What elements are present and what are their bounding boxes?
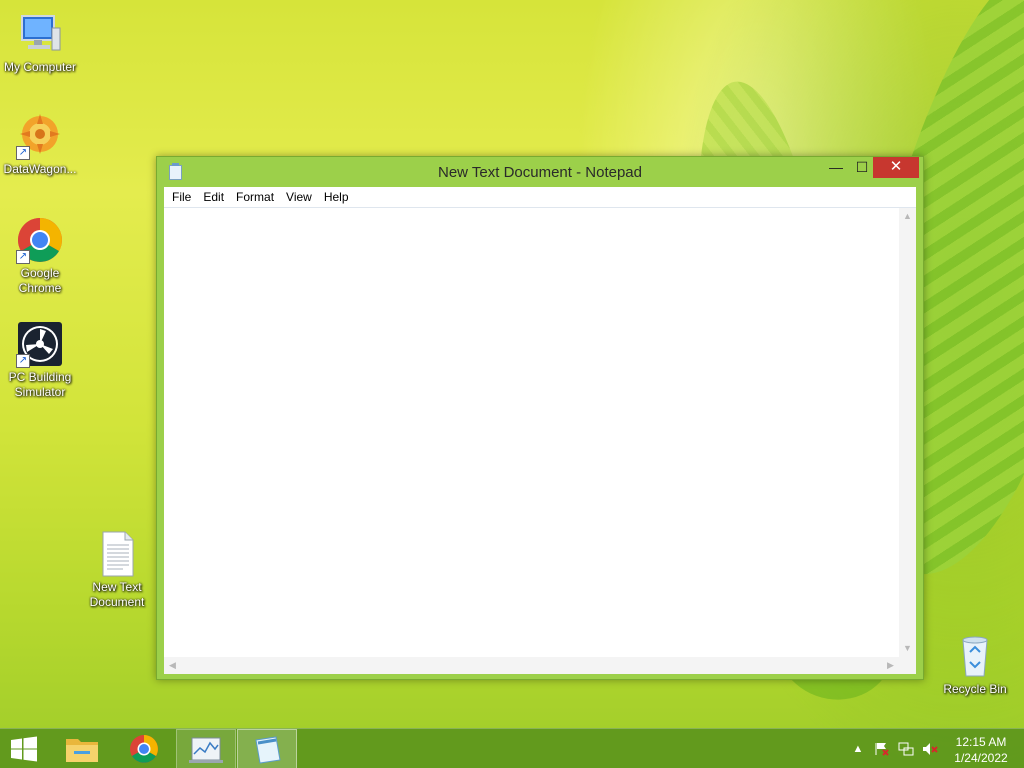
show-hidden-icons-icon[interactable]: ▲ bbox=[850, 742, 866, 756]
desktop-icon-label: New Text Document bbox=[89, 580, 145, 609]
taskbar: ▲ 12:15 AM 1/24/2022 bbox=[0, 728, 1024, 768]
system-clock[interactable]: 12:15 AM 1/24/2022 bbox=[948, 734, 1014, 766]
recycle-bin-icon bbox=[951, 632, 999, 680]
desktop-icon-label: Recycle Bin bbox=[943, 682, 1007, 696]
windows-logo-icon bbox=[11, 736, 37, 762]
resource-monitor-icon bbox=[189, 737, 223, 763]
menu-bar: File Edit Format View Help bbox=[164, 187, 916, 208]
menu-format[interactable]: Format bbox=[230, 187, 280, 204]
desktop-icon-label: My Computer bbox=[3, 60, 77, 74]
editor-content[interactable] bbox=[168, 210, 895, 653]
clock-date: 1/24/2022 bbox=[954, 751, 1008, 765]
resize-grip-icon[interactable] bbox=[899, 657, 916, 674]
desktop-icon-new-text-document[interactable]: New Text Document bbox=[77, 530, 157, 610]
scroll-up-arrow-icon[interactable]: ▲ bbox=[899, 208, 916, 225]
desktop-icon-label: DataWagon... bbox=[3, 162, 77, 176]
chrome-icon bbox=[130, 735, 158, 763]
notepad-window[interactable]: New Text Document - Notepad — ☐ ✕ File Ed… bbox=[156, 156, 924, 680]
menu-file[interactable]: File bbox=[166, 187, 197, 204]
volume-muted-icon[interactable] bbox=[922, 742, 938, 756]
shortcut-arrow-icon: ↗ bbox=[16, 250, 30, 264]
pc-building-simulator-icon: ↗ bbox=[16, 320, 64, 368]
close-button[interactable]: ✕ bbox=[873, 157, 919, 178]
folder-icon bbox=[66, 739, 98, 762]
taskbar-notepad[interactable] bbox=[237, 729, 297, 768]
horizontal-scrollbar[interactable]: ◀ ▶ bbox=[164, 657, 899, 674]
computer-icon bbox=[16, 10, 64, 58]
datawagon-icon: ↗ bbox=[16, 112, 64, 160]
desktop-icon-label: Google Chrome bbox=[18, 266, 62, 295]
window-title: New Text Document - Notepad bbox=[438, 164, 642, 181]
scroll-right-arrow-icon[interactable]: ▶ bbox=[882, 657, 899, 674]
title-bar[interactable]: New Text Document - Notepad — ☐ ✕ bbox=[157, 157, 923, 187]
text-file-icon bbox=[93, 530, 141, 578]
menu-edit[interactable]: Edit bbox=[197, 187, 230, 204]
vertical-scrollbar[interactable]: ▲ ▼ bbox=[899, 208, 916, 657]
scroll-down-arrow-icon[interactable]: ▼ bbox=[899, 640, 916, 657]
network-icon[interactable] bbox=[898, 742, 914, 756]
taskbar-google-chrome[interactable] bbox=[114, 729, 174, 768]
desktop-icon-datawagon[interactable]: ↗ DataWagon... bbox=[0, 112, 80, 177]
text-editor-area[interactable]: ▲ ▼ ◀ ▶ bbox=[164, 208, 916, 674]
desktop-icon-pc-building-simulator[interactable]: ↗ PC Building Simulator bbox=[0, 320, 80, 400]
clock-time: 12:15 AM bbox=[955, 735, 1007, 749]
notepad-icon bbox=[255, 736, 281, 764]
maximize-button[interactable]: ☐ bbox=[849, 157, 875, 178]
desktop-icon-google-chrome[interactable]: ↗ Google Chrome bbox=[0, 216, 80, 296]
action-center-flag-icon[interactable] bbox=[874, 742, 890, 756]
desktop-icon-my-computer[interactable]: My Computer bbox=[0, 10, 80, 75]
start-button[interactable] bbox=[0, 729, 48, 768]
menu-view[interactable]: View bbox=[280, 187, 318, 204]
chrome-icon: ↗ bbox=[16, 216, 64, 264]
desktop-icon-label: PC Building Simulator bbox=[8, 370, 72, 399]
taskbar-resource-monitor[interactable] bbox=[176, 729, 236, 768]
scroll-left-arrow-icon[interactable]: ◀ bbox=[164, 657, 181, 674]
minimize-button[interactable]: — bbox=[823, 157, 849, 178]
menu-help[interactable]: Help bbox=[318, 187, 355, 204]
desktop-icon-recycle-bin[interactable]: Recycle Bin bbox=[935, 632, 1015, 697]
shortcut-arrow-icon: ↗ bbox=[16, 354, 30, 368]
shortcut-arrow-icon: ↗ bbox=[16, 146, 30, 160]
taskbar-file-explorer[interactable] bbox=[52, 729, 112, 768]
